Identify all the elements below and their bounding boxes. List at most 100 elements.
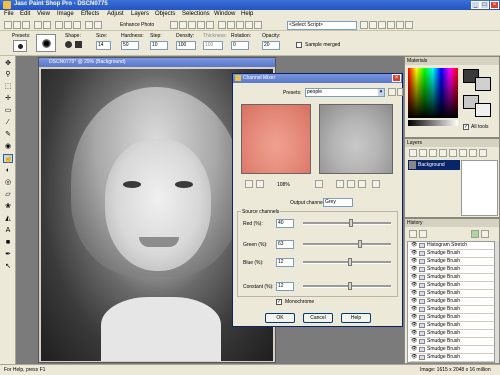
new-file-icon[interactable]: [4, 21, 12, 29]
eye-icon[interactable]: 👁: [411, 290, 417, 297]
layer-properties-icon[interactable]: [459, 149, 467, 157]
eye-icon[interactable]: 👁: [411, 258, 417, 265]
history-item[interactable]: 👁 Smudge Brush: [410, 322, 494, 330]
original-preview[interactable]: [241, 104, 311, 174]
menu-edit[interactable]: Edit: [20, 11, 30, 17]
smudge-tool-icon[interactable]: ☝: [3, 154, 13, 163]
eye-icon[interactable]: 👁: [411, 282, 417, 289]
redo-icon[interactable]: [94, 21, 102, 29]
play-history-icon[interactable]: [471, 230, 479, 238]
edit-selection-icon[interactable]: [469, 149, 477, 157]
menu-objects[interactable]: Objects: [155, 11, 175, 17]
history-item[interactable]: 👁 Smudge Brush: [410, 258, 494, 266]
enhance-photo-menu[interactable]: Enhance Photo: [120, 22, 154, 28]
pan-tool-icon[interactable]: ✥: [3, 59, 13, 68]
preset-shape-icon[interactable]: ■: [3, 238, 13, 247]
round-shape-icon[interactable]: [65, 41, 72, 48]
green-input[interactable]: 63: [276, 240, 294, 249]
script-select[interactable]: <Select Script>: [287, 21, 357, 30]
record-script-icon[interactable]: [378, 21, 386, 29]
blue-input[interactable]: 12: [276, 258, 294, 267]
menu-help[interactable]: Help: [241, 11, 253, 17]
red-slider-track[interactable]: [303, 222, 391, 225]
delete-layer-icon[interactable]: [449, 149, 457, 157]
histogram-toggle-icon[interactable]: [254, 21, 262, 29]
layers-toggle-icon[interactable]: [227, 21, 235, 29]
clone-tool-icon[interactable]: ◉: [3, 142, 13, 151]
menu-adjust[interactable]: Adjust: [107, 11, 124, 17]
eye-icon[interactable]: 👁: [411, 250, 417, 257]
pen-tool-icon[interactable]: ✒: [3, 250, 13, 259]
green-slider-thumb[interactable]: [358, 240, 363, 248]
overview-toggle-icon[interactable]: [236, 21, 244, 29]
result-preview[interactable]: [319, 104, 393, 174]
brush-preset-icon[interactable]: [13, 40, 27, 52]
opacity-input[interactable]: 20: [262, 41, 280, 50]
rotation-input[interactable]: 0: [231, 41, 249, 50]
eraser-tool-icon[interactable]: ▱: [3, 190, 13, 199]
monochrome-checkbox[interactable]: ✓: [276, 299, 282, 305]
green-slider-track[interactable]: [303, 243, 391, 246]
save-preset-icon[interactable]: [388, 88, 396, 96]
stop-script-icon[interactable]: [396, 21, 404, 29]
red-eye-icon[interactable]: [197, 21, 205, 29]
pause-script-icon[interactable]: [387, 21, 395, 29]
cancel-button[interactable]: Cancel: [303, 313, 333, 323]
redo-history-icon[interactable]: [419, 230, 427, 238]
dialog-close-button[interactable]: ×: [392, 74, 401, 82]
clear-history-icon[interactable]: [481, 230, 489, 238]
sharpen-icon[interactable]: [206, 21, 214, 29]
output-channel-select[interactable]: Grey: [323, 198, 353, 207]
history-item[interactable]: 👁 Smudge Brush: [410, 330, 494, 338]
auto-proof-icon[interactable]: [347, 180, 355, 188]
selection-tool-icon[interactable]: ▭: [3, 106, 13, 115]
menu-effects[interactable]: Effects: [81, 11, 99, 17]
paint-brush-tool-icon[interactable]: ✎: [3, 130, 13, 139]
history-item[interactable]: 👁 Smudge Brush: [410, 274, 494, 282]
red-slider-thumb[interactable]: [349, 219, 354, 227]
flood-fill-icon[interactable]: ◭: [3, 214, 13, 223]
eye-icon[interactable]: 👁: [411, 314, 417, 321]
materials-toggle-icon[interactable]: [218, 21, 226, 29]
hardness-input[interactable]: 50: [121, 41, 139, 50]
menu-selections[interactable]: Selections: [182, 11, 210, 17]
proof-icon[interactable]: [336, 180, 344, 188]
contrast-icon[interactable]: [188, 21, 196, 29]
eye-icon[interactable]: 👁: [411, 298, 417, 305]
menu-file[interactable]: File: [4, 11, 14, 17]
all-tools-checkbox[interactable]: ✓: [463, 124, 469, 130]
new-mask-icon[interactable]: [429, 149, 437, 157]
history-item[interactable]: 👁 Smudge Brush: [410, 290, 494, 298]
eye-icon[interactable]: 👁: [411, 242, 417, 249]
history-item[interactable]: 👁 Smudge Brush: [410, 250, 494, 258]
thickness-input[interactable]: 100: [203, 41, 223, 50]
history-toggle-icon[interactable]: [245, 21, 253, 29]
print-icon[interactable]: [43, 21, 51, 29]
eye-icon[interactable]: 👁: [411, 274, 417, 281]
bg-material-swatch[interactable]: [475, 103, 491, 117]
deform-tool-icon[interactable]: ⬚: [3, 82, 13, 91]
background-swatch[interactable]: [475, 77, 491, 91]
zoom-out-icon[interactable]: [256, 180, 264, 188]
save-icon[interactable]: [22, 21, 30, 29]
history-item[interactable]: 👁 Smudge Brush: [410, 354, 494, 362]
randomize-icon[interactable]: [358, 180, 366, 188]
copy-icon[interactable]: [64, 21, 72, 29]
duplicate-layer-icon[interactable]: [439, 149, 447, 157]
history-item[interactable]: 👁 Smudge Brush: [410, 266, 494, 274]
sample-merged-checkbox[interactable]: [296, 42, 302, 48]
close-button[interactable]: ×: [490, 1, 499, 9]
history-scrollbar[interactable]: [495, 241, 499, 363]
dropper-tool-icon[interactable]: ⁄: [3, 118, 13, 127]
move-tool-icon[interactable]: ✛: [3, 94, 13, 103]
history-item[interactable]: 👁 Smudge Brush: [410, 282, 494, 290]
size-input[interactable]: 14: [96, 41, 111, 50]
color-picker[interactable]: [408, 68, 458, 118]
new-vector-layer-icon[interactable]: [419, 149, 427, 157]
ok-button[interactable]: OK: [265, 313, 295, 323]
history-item[interactable]: 👁 Smudge Brush: [410, 298, 494, 306]
reset-preset-icon[interactable]: [397, 88, 403, 96]
presets-select[interactable]: people: [305, 88, 385, 97]
maximize-button[interactable]: □: [480, 1, 489, 9]
menu-image[interactable]: Image: [57, 11, 74, 17]
